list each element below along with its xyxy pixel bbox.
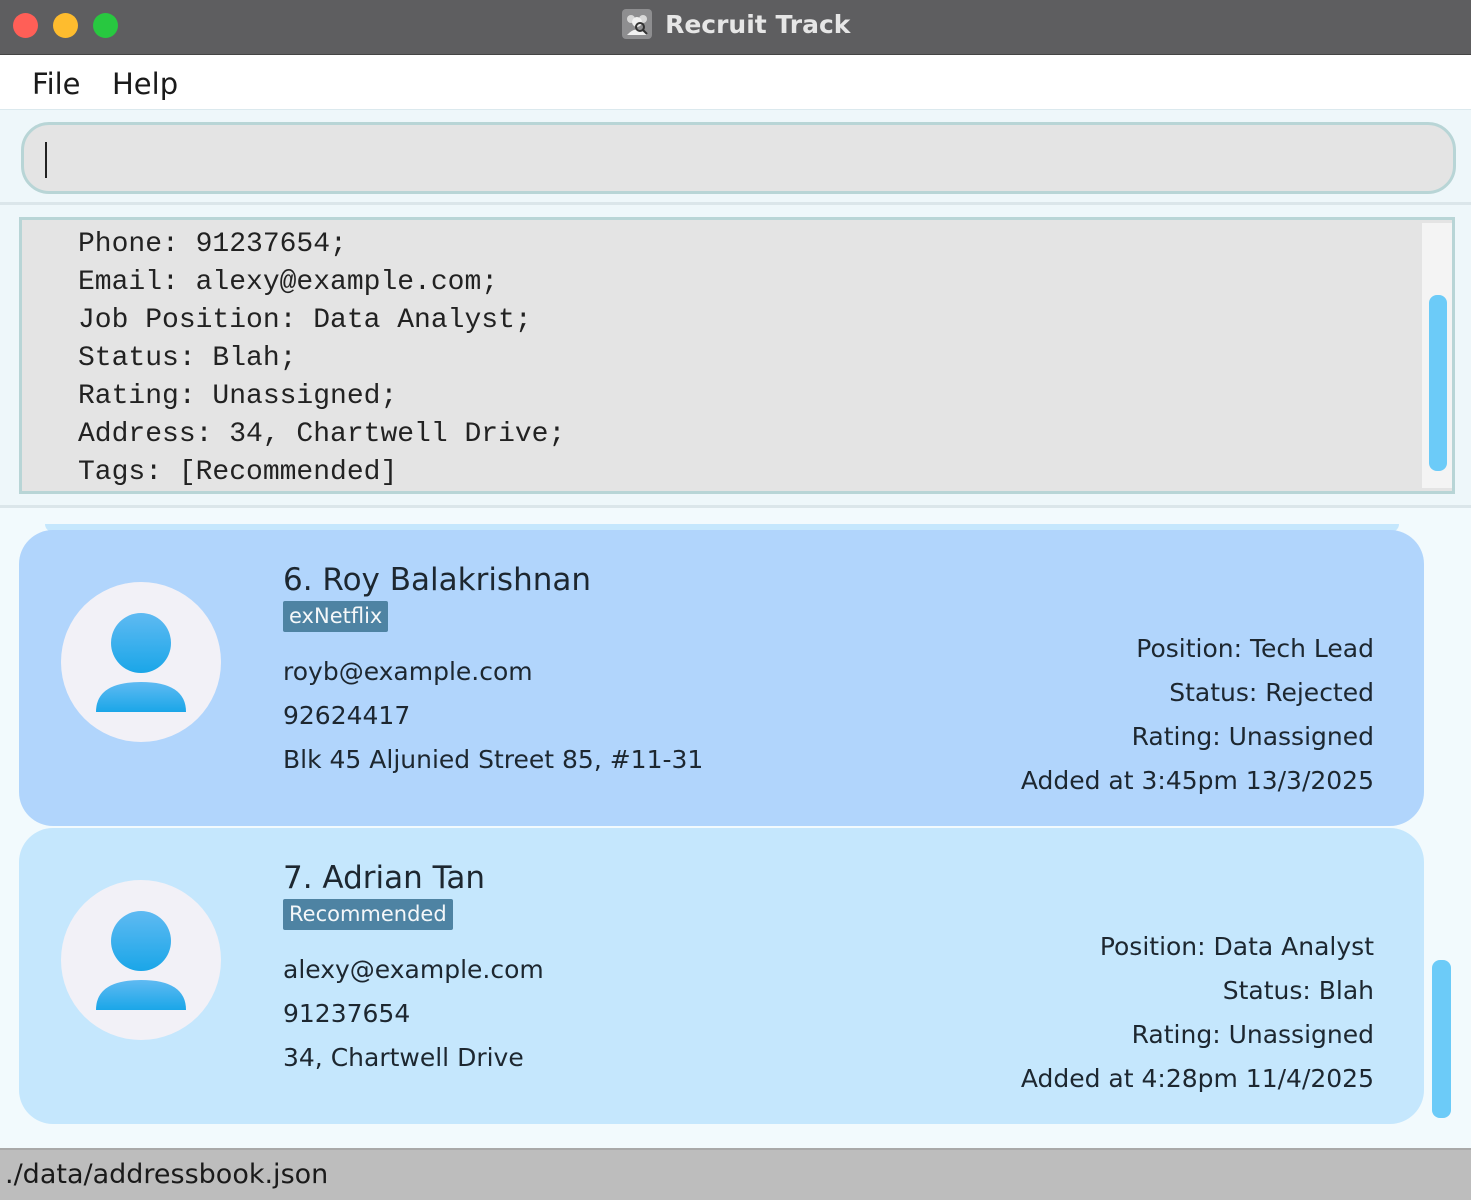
result-line-rating: Rating: Unassigned; xyxy=(78,381,398,412)
result-scrollbar-thumb[interactable] xyxy=(1429,295,1447,471)
result-line-phone: Phone: 91237654; xyxy=(78,229,347,260)
recruit-people-icon xyxy=(621,8,653,40)
person-tag: Recommended xyxy=(283,899,453,930)
avatar xyxy=(61,582,221,742)
status-bar: ./data/addressbook.json xyxy=(0,1148,1471,1200)
person-email: alexy@example.com xyxy=(283,955,544,984)
person-phone: 91237654 xyxy=(283,999,411,1028)
menu-help[interactable]: Help xyxy=(112,67,178,101)
person-name: 6. Roy Balakrishnan xyxy=(283,562,592,598)
person-address: 34, Chartwell Drive xyxy=(283,1043,524,1072)
person-icon xyxy=(96,613,186,712)
person-status: Status: Rejected xyxy=(1169,678,1374,707)
result-display[interactable]: Phone: 91237654; Email: alexy@example.co… xyxy=(19,217,1455,494)
person-rating: Rating: Unassigned xyxy=(1131,1020,1374,1049)
person-details: Position: Tech Lead Status: Rejected Rat… xyxy=(1021,627,1374,803)
result-text: Phone: 91237654; Email: alexy@example.co… xyxy=(78,226,566,491)
result-line-tags: Tags: [Recommended] xyxy=(78,457,398,488)
command-input[interactable] xyxy=(21,122,1456,194)
person-added-at: Added at 4:28pm 11/4/2025 xyxy=(1020,1064,1374,1093)
window-title: Recruit Track xyxy=(665,9,851,39)
result-line-address: Address: 34, Chartwell Drive; xyxy=(78,419,566,450)
person-rating: Rating: Unassigned xyxy=(1131,722,1374,751)
result-line-email: Email: alexy@example.com; xyxy=(78,267,499,298)
result-scrollbar[interactable] xyxy=(1422,223,1452,488)
text-caret xyxy=(45,142,47,178)
result-display-container: Phone: 91237654; Email: alexy@example.co… xyxy=(0,205,1471,508)
menu-file[interactable]: File xyxy=(32,67,81,101)
person-tag: exNetflix xyxy=(283,601,389,632)
person-added-at: Added at 3:45pm 13/3/2025 xyxy=(1020,766,1374,795)
result-line-status: Status: Blah; xyxy=(78,343,297,374)
person-list[interactable]: 6. Roy Balakrishnan exNetflix royb@examp… xyxy=(0,508,1471,1148)
person-position: Position: Data Analyst xyxy=(1099,932,1374,961)
person-card[interactable]: 7. Adrian Tan Recommended alexy@example.… xyxy=(19,828,1424,1124)
person-card[interactable]: 6. Roy Balakrishnan exNetflix royb@examp… xyxy=(19,530,1424,826)
command-box-container xyxy=(0,110,1471,205)
person-icon xyxy=(96,911,186,1010)
menu-bar: File Help xyxy=(0,55,1471,110)
list-scrollbar-thumb[interactable] xyxy=(1432,960,1451,1118)
result-line-position: Job Position: Data Analyst; xyxy=(78,305,532,336)
person-details: Position: Data Analyst Status: Blah Rati… xyxy=(1021,925,1374,1101)
person-email: royb@example.com xyxy=(283,657,533,686)
avatar xyxy=(61,880,221,1040)
person-status: Status: Blah xyxy=(1222,976,1374,1005)
person-phone: 92624417 xyxy=(283,701,411,730)
person-position: Position: Tech Lead xyxy=(1136,634,1374,663)
person-address: Blk 45 Aljunied Street 85, #11-31 xyxy=(283,745,704,774)
title-bar: Recruit Track xyxy=(0,0,1471,55)
person-name: 7. Adrian Tan xyxy=(283,860,486,896)
data-file-path: ./data/addressbook.json xyxy=(5,1159,329,1190)
